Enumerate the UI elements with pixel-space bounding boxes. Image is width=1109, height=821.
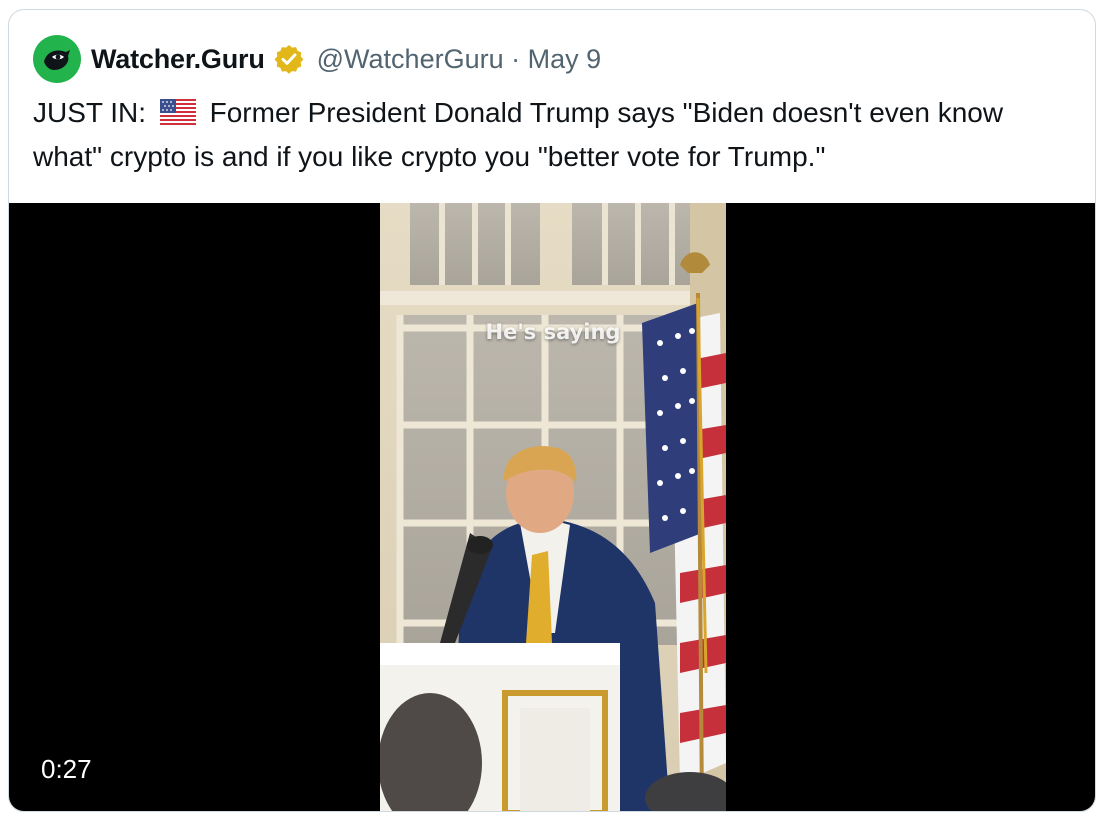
tweet-text-prefix: JUST IN: bbox=[33, 97, 147, 128]
tweet-header: Watcher.Guru @WatcherGuru · May 9 bbox=[33, 34, 1073, 84]
handle-and-date[interactable]: @WatcherGuru · May 9 bbox=[317, 44, 601, 75]
author-name[interactable]: Watcher.Guru bbox=[91, 44, 265, 75]
video-caption: He's saying bbox=[485, 320, 621, 344]
verified-badge-icon[interactable] bbox=[273, 43, 305, 75]
avatar[interactable] bbox=[33, 35, 81, 83]
watcher-logo-icon bbox=[44, 50, 70, 70]
video-frame[interactable]: He's saying bbox=[380, 203, 726, 811]
video-player[interactable]: He's saying 0:27 bbox=[9, 203, 1095, 811]
tweet-text: JUST IN: Former President Donald Trump s bbox=[33, 92, 1083, 177]
video-still-image bbox=[380, 203, 726, 811]
video-duration-badge: 0:27 bbox=[31, 749, 102, 789]
us-flag-icon bbox=[159, 95, 196, 136]
tweet-card[interactable]: Watcher.Guru @WatcherGuru · May 9 JUST I… bbox=[8, 9, 1096, 812]
tweet-text-line2: what" crypto is and if you like crypto y… bbox=[33, 141, 826, 172]
tweet-text-line1: Former President Donald Trump says "Bide… bbox=[209, 97, 1004, 128]
